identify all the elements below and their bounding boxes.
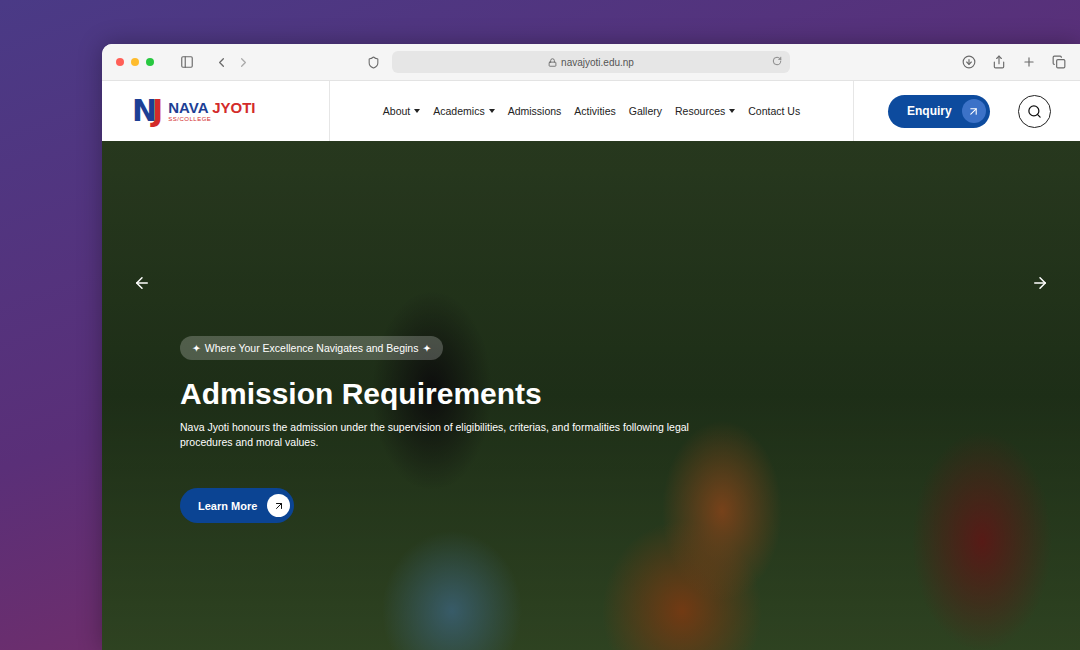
arrow-right-icon <box>1031 274 1049 292</box>
maximize-button[interactable] <box>146 58 154 66</box>
close-button[interactable] <box>116 58 124 66</box>
search-icon <box>1027 104 1042 119</box>
arrow-up-right-icon <box>967 105 980 118</box>
nav-item[interactable]: Activities <box>574 105 615 117</box>
tabs-icon[interactable] <box>1052 55 1066 69</box>
logo-monogram: NJ <box>132 96 163 126</box>
arrow-up-right-icon <box>273 500 285 512</box>
logo-subtitle: SS/COLLEGE <box>168 116 255 122</box>
previous-slide-button[interactable] <box>130 271 154 295</box>
browser-toolbar: navajyoti.edu.np <box>102 44 1080 81</box>
minimize-button[interactable] <box>131 58 139 66</box>
share-icon[interactable] <box>992 55 1006 69</box>
desktop: navajyoti.edu.np NJ NAVA JYOTISS/COLLEGE Ab… <box>0 0 1080 650</box>
hero-description: Nava Jyoti honours the admission under t… <box>180 420 728 450</box>
arrow-left-icon <box>133 274 151 292</box>
lock-icon <box>548 58 557 67</box>
main-nav: About Academics Admissions Activities Galler… <box>330 81 853 141</box>
next-slide-button[interactable] <box>1028 271 1052 295</box>
logo-name: NAVA JYOTI <box>168 100 255 116</box>
forward-icon[interactable] <box>236 55 251 70</box>
new-tab-icon[interactable] <box>1022 55 1036 69</box>
dropdown-caret-icon <box>414 109 420 113</box>
download-icon[interactable] <box>962 55 976 69</box>
reload-icon[interactable] <box>772 56 782 66</box>
nav-item[interactable]: About <box>383 105 420 117</box>
logo[interactable]: NJ NAVA JYOTISS/COLLEGE <box>102 81 330 141</box>
hero-badge: ✦Where Your Excellence Navigates and Beg… <box>180 336 443 360</box>
enquiry-button[interactable]: Enquiry <box>888 95 990 128</box>
learn-more-button[interactable]: Learn More <box>180 488 294 523</box>
nav-item[interactable]: Admissions <box>508 105 562 117</box>
site-header: NJ NAVA JYOTISS/COLLEGE About Academics Admi… <box>102 81 1080 141</box>
nav-item[interactable]: Gallery <box>629 105 662 117</box>
browser-window: navajyoti.edu.np NJ NAVA JYOTISS/COLLEGE Ab… <box>102 44 1080 650</box>
nav-item[interactable]: Academics <box>433 105 494 117</box>
search-button[interactable] <box>1018 95 1051 128</box>
address-bar[interactable]: navajyoti.edu.np <box>392 51 790 73</box>
hero-title: Admission Requirements <box>180 376 542 412</box>
url-text: navajyoti.edu.np <box>561 57 634 68</box>
hero-slider: ✦Where Your Excellence Navigates and Beg… <box>102 141 1080 650</box>
dropdown-caret-icon <box>729 109 735 113</box>
sidebar-icon[interactable] <box>180 55 194 69</box>
nav-item[interactable]: Contact Us <box>748 105 800 117</box>
shield-icon[interactable] <box>367 56 380 69</box>
nav-item[interactable]: Resources <box>675 105 735 117</box>
back-icon[interactable] <box>214 55 229 70</box>
dropdown-caret-icon <box>489 109 495 113</box>
